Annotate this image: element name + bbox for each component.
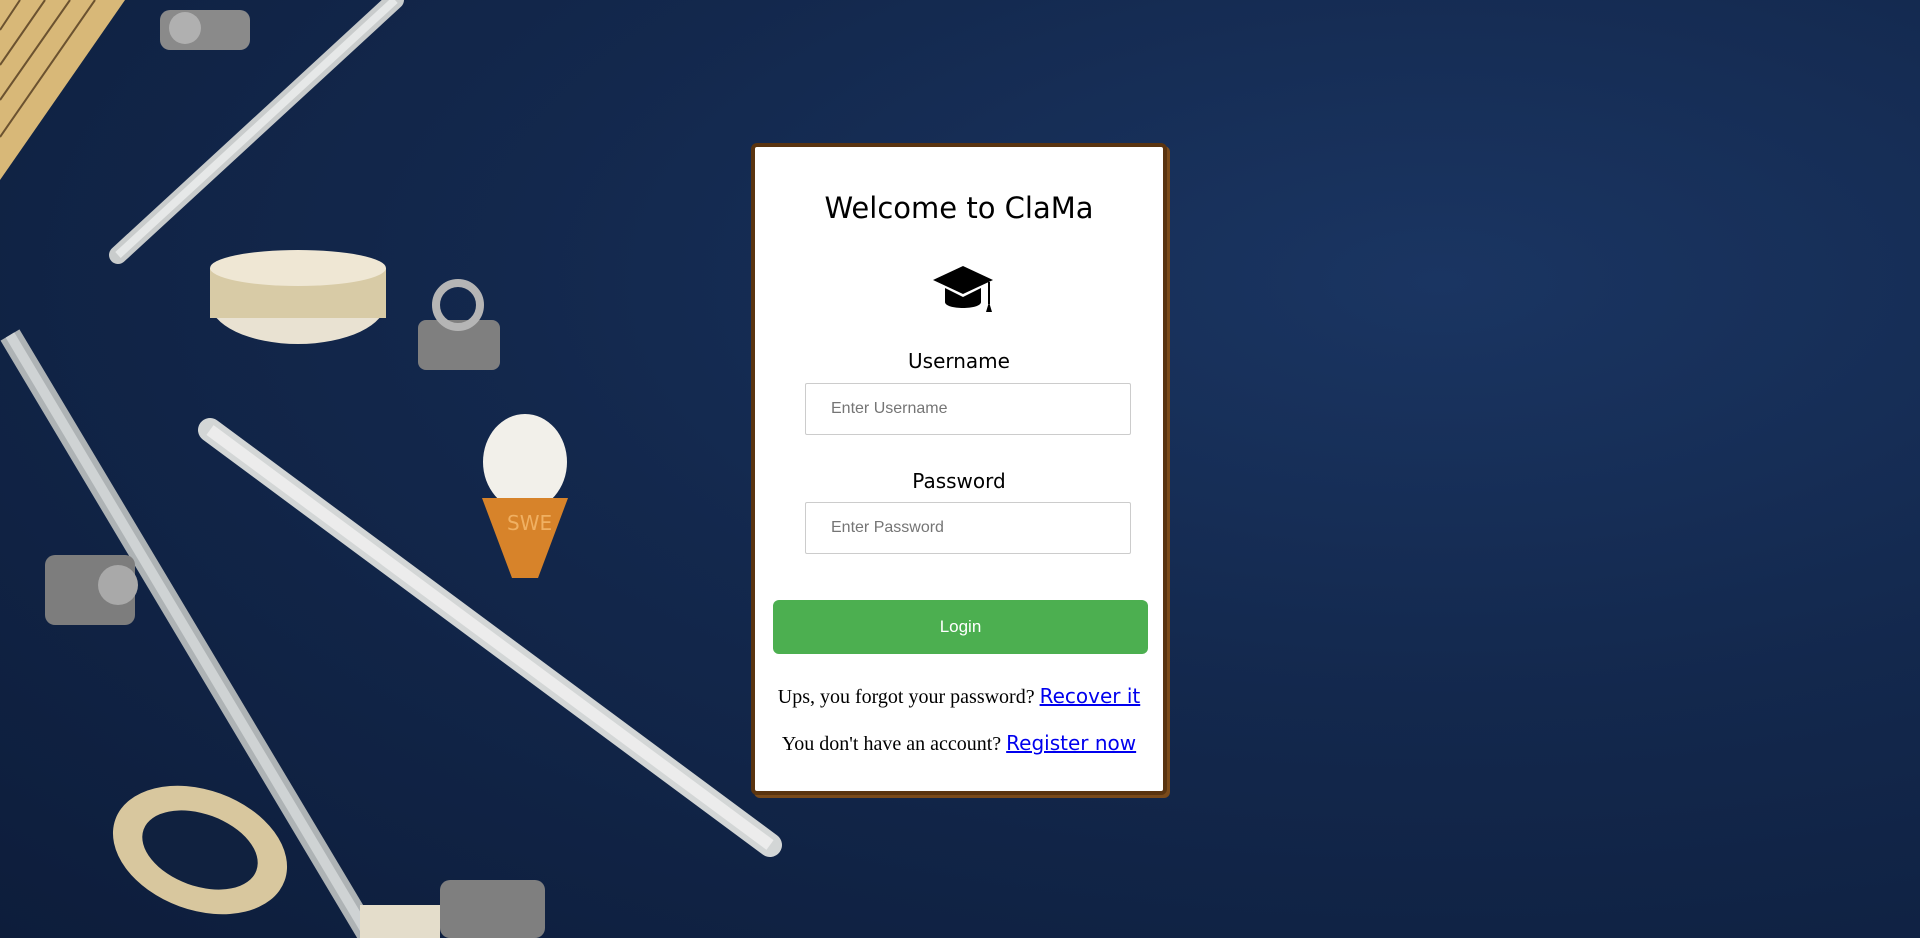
register-line: You don't have an account? Register now: [755, 731, 1163, 756]
washi-tape-image: [210, 250, 386, 344]
page-title: Welcome to ClaMa: [824, 191, 1094, 225]
pencil-image: [0, 329, 380, 938]
username-label: Username: [908, 349, 1010, 373]
binder-clip-image: [45, 555, 138, 625]
forgot-password-line: Ups, you forgot your password? Recover i…: [755, 684, 1163, 709]
login-card: Welcome to ClaMa Username Password Login…: [751, 143, 1167, 795]
username-input[interactable]: [805, 383, 1131, 435]
forgot-password-text: Ups, you forgot your password?: [777, 686, 1035, 708]
password-input[interactable]: [805, 502, 1131, 554]
recover-link[interactable]: Recover it: [1040, 684, 1141, 708]
binder-clip-image: [418, 279, 500, 370]
pencil-image: [109, 0, 404, 264]
binder-clip-image: [160, 10, 250, 50]
password-label: Password: [912, 469, 1006, 493]
login-button[interactable]: Login: [773, 600, 1148, 654]
register-text: You don't have an account?: [781, 733, 1002, 755]
ice-cream-eraser-image: SWE: [482, 414, 568, 578]
washi-tape-image: [112, 785, 288, 915]
graduation-cap-icon: [933, 266, 993, 312]
register-link[interactable]: Register now: [1006, 731, 1136, 755]
binder-clip-image: [360, 880, 545, 938]
ice-cream-label: SWE: [507, 511, 552, 535]
ruler-image: [0, 0, 125, 180]
pencil-image: [198, 418, 782, 857]
